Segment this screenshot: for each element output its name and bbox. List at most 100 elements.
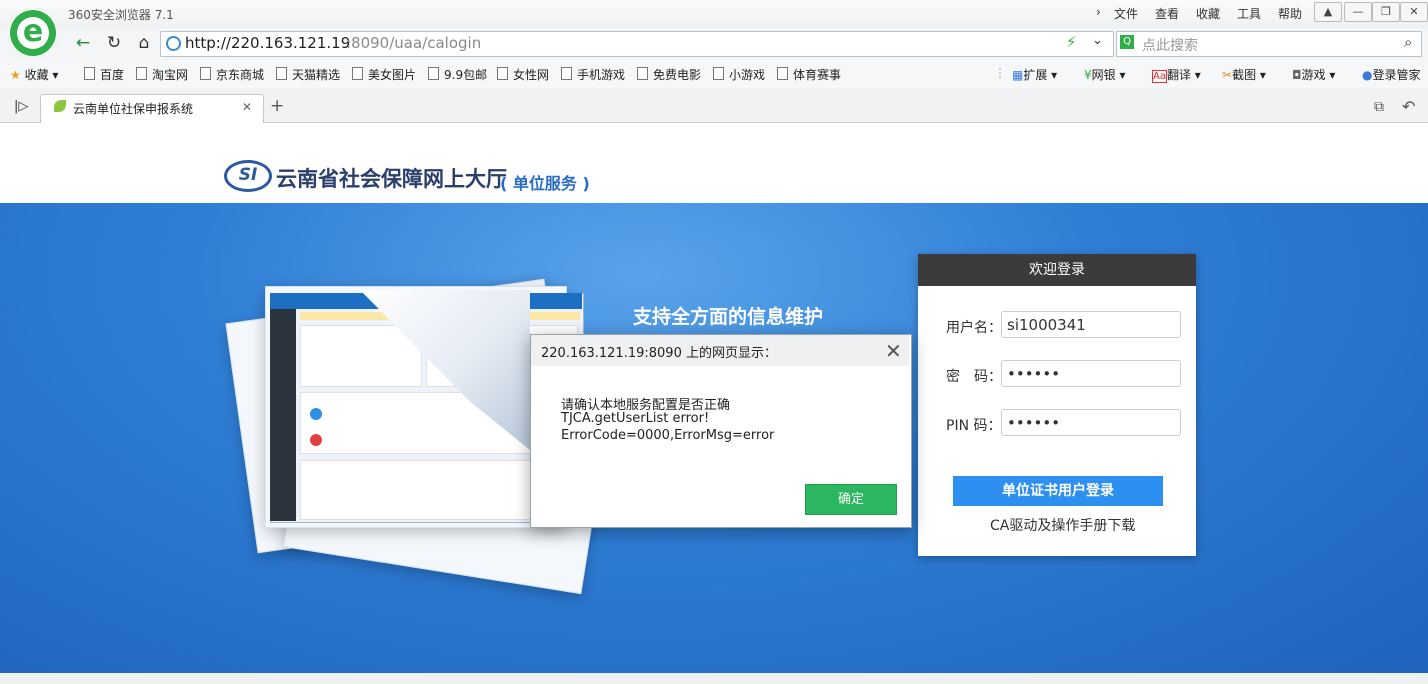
cert-login-button[interactable]: 单位证书用户登录: [953, 476, 1163, 506]
skin-icon[interactable]: ▲: [1314, 2, 1342, 22]
menu-tools[interactable]: 工具: [1237, 5, 1261, 22]
bank-icon: ¥: [1084, 68, 1092, 82]
si-logo-icon: SI: [224, 160, 272, 192]
bookmark-label: 京东商城: [216, 68, 265, 82]
page-icon: [136, 67, 147, 80]
dialog-ok-button[interactable]: 确定: [805, 484, 897, 515]
ca-download-link[interactable]: CA驱动及操作手册下载: [990, 515, 1135, 535]
tool-games[interactable]: ◘游戏 ▾: [1292, 66, 1335, 83]
chevron-right-icon[interactable]: ›: [1096, 5, 1101, 19]
bookmark-label: 免费电影: [653, 68, 702, 82]
page-icon: [713, 67, 724, 80]
username-field[interactable]: si1000341: [1001, 311, 1181, 338]
bookmark-label: 小游戏: [729, 68, 766, 82]
illustration-card: [300, 325, 422, 387]
globe-icon: [166, 36, 181, 51]
bookmark-label: 天猫精选: [292, 68, 341, 82]
sidebar-toggle-icon[interactable]: |▷: [14, 99, 28, 114]
password-label: 密 码：: [946, 369, 1002, 385]
search-engine-icon[interactable]: Q: [1120, 35, 1134, 49]
dropdown-icon[interactable]: ⌄: [1092, 33, 1103, 48]
home-icon[interactable]: ⌂: [131, 32, 157, 54]
favorites-menu[interactable]: ★ 收藏 ▾: [10, 66, 58, 83]
pin-label: PIN 码：: [946, 418, 1002, 434]
user-icon: ●: [1362, 68, 1373, 82]
dialog-message-line: TJCA.getUserList error!: [561, 411, 710, 426]
login-header: 欢迎登录: [918, 254, 1196, 286]
menu-file[interactable]: 文件: [1114, 5, 1138, 22]
lightning-icon[interactable]: ⚡: [1066, 33, 1077, 51]
maximize-button[interactable]: ❐: [1372, 2, 1400, 22]
bookmark-small-games[interactable]: 小游戏: [713, 66, 765, 83]
password-field[interactable]: ••••••: [1001, 360, 1181, 387]
dialog-title: 220.163.121.19:8090 上的网页显示：: [541, 346, 777, 361]
back-arrow-icon[interactable]: ←: [70, 32, 96, 54]
tool-label: 扩展: [1023, 68, 1048, 82]
page-icon: [637, 67, 648, 80]
tab-title: 云南单位社保申报系统: [73, 102, 194, 116]
star-icon: ★: [10, 68, 21, 82]
page-icon: [200, 67, 211, 80]
bookmark-pictures[interactable]: 美女图片: [352, 66, 416, 83]
bookmark-taobao[interactable]: 淘宝网: [136, 66, 188, 83]
bookmark-jd[interactable]: 京东商城: [200, 66, 264, 83]
site-title: 云南省社会保障网上大厅: [276, 167, 507, 191]
app-title: 360安全浏览器 7.1: [68, 8, 174, 22]
search-icon[interactable]: ⌕: [1404, 33, 1412, 51]
grip-icon: ⋮: [994, 66, 1006, 80]
scissors-icon: ✂: [1222, 68, 1233, 82]
tool-label: 翻译: [1166, 68, 1191, 82]
bookmark-label: 9.9包邮: [444, 68, 488, 82]
bookmark-label: 体育赛事: [793, 68, 842, 82]
search-input[interactable]: 点此搜索: [1142, 35, 1198, 55]
bookmark-label: 女性网: [513, 68, 550, 82]
favorites-label: 收藏: [24, 68, 49, 82]
restore-tabs-icon[interactable]: ⧉: [1374, 99, 1384, 115]
tool-bank[interactable]: ¥网银 ▾: [1084, 66, 1126, 83]
bookmark-label: 手机游戏: [577, 68, 626, 82]
bookmark-baidu[interactable]: 百度: [84, 66, 124, 83]
page-icon: [84, 67, 95, 80]
grid-icon: ▦: [1012, 68, 1024, 82]
site-subtitle: ( 单位服务 ): [500, 174, 590, 193]
bookmark-women[interactable]: 女性网: [497, 66, 549, 83]
tool-screenshot[interactable]: ✂截图 ▾: [1222, 66, 1266, 83]
bookmark-99[interactable]: 9.9包邮: [428, 66, 487, 83]
tab-close-icon[interactable]: ✕: [242, 100, 252, 114]
refresh-icon[interactable]: ↻: [101, 32, 127, 54]
page-icon: [561, 67, 572, 80]
close-window-button[interactable]: ✕: [1400, 2, 1428, 22]
menu-help[interactable]: 帮助: [1278, 5, 1302, 22]
menu-view[interactable]: 查看: [1155, 5, 1179, 22]
tool-label: 截图: [1232, 68, 1257, 82]
minimize-button[interactable]: —: [1344, 2, 1372, 22]
page-icon: [352, 67, 363, 80]
new-tab-button[interactable]: +: [270, 96, 284, 116]
bookmark-mobile-games[interactable]: 手机游戏: [561, 66, 625, 83]
page-footer: [0, 673, 1428, 684]
bookmark-tmall[interactable]: 天猫精选: [276, 66, 340, 83]
dialog-message-line: ErrorCode=0000,ErrorMsg=error: [561, 428, 775, 443]
page-icon: [777, 67, 788, 80]
illustration-dot: [310, 434, 322, 446]
tool-translate[interactable]: Aa翻译 ▾: [1152, 66, 1201, 83]
tool-extensions[interactable]: ▦扩展 ▾: [1012, 66, 1057, 83]
tool-login-manager[interactable]: ●登录管家: [1362, 66, 1421, 83]
illustration-dot: [310, 408, 322, 420]
undo-close-icon[interactable]: ↶: [1402, 97, 1415, 116]
bookmark-label: 百度: [100, 68, 125, 82]
tool-label: 网银: [1091, 68, 1116, 82]
bookmark-sports[interactable]: 体育赛事: [777, 66, 841, 83]
tool-label: 登录管家: [1372, 68, 1421, 82]
menu-favorites[interactable]: 收藏: [1196, 5, 1220, 22]
tool-label: 游戏: [1301, 68, 1326, 82]
browser-logo-icon: e: [8, 8, 58, 58]
page-icon: [497, 67, 508, 80]
pin-field[interactable]: ••••••: [1001, 409, 1181, 436]
bookmark-label: 淘宝网: [152, 68, 189, 82]
page-icon: [428, 67, 439, 80]
bookmark-movies[interactable]: 免费电影: [637, 66, 701, 83]
dialog-close-icon[interactable]: ✕: [885, 339, 902, 363]
url-host: http://220.163.121.19: [185, 34, 351, 52]
gamepad-icon: ◘: [1292, 68, 1302, 82]
